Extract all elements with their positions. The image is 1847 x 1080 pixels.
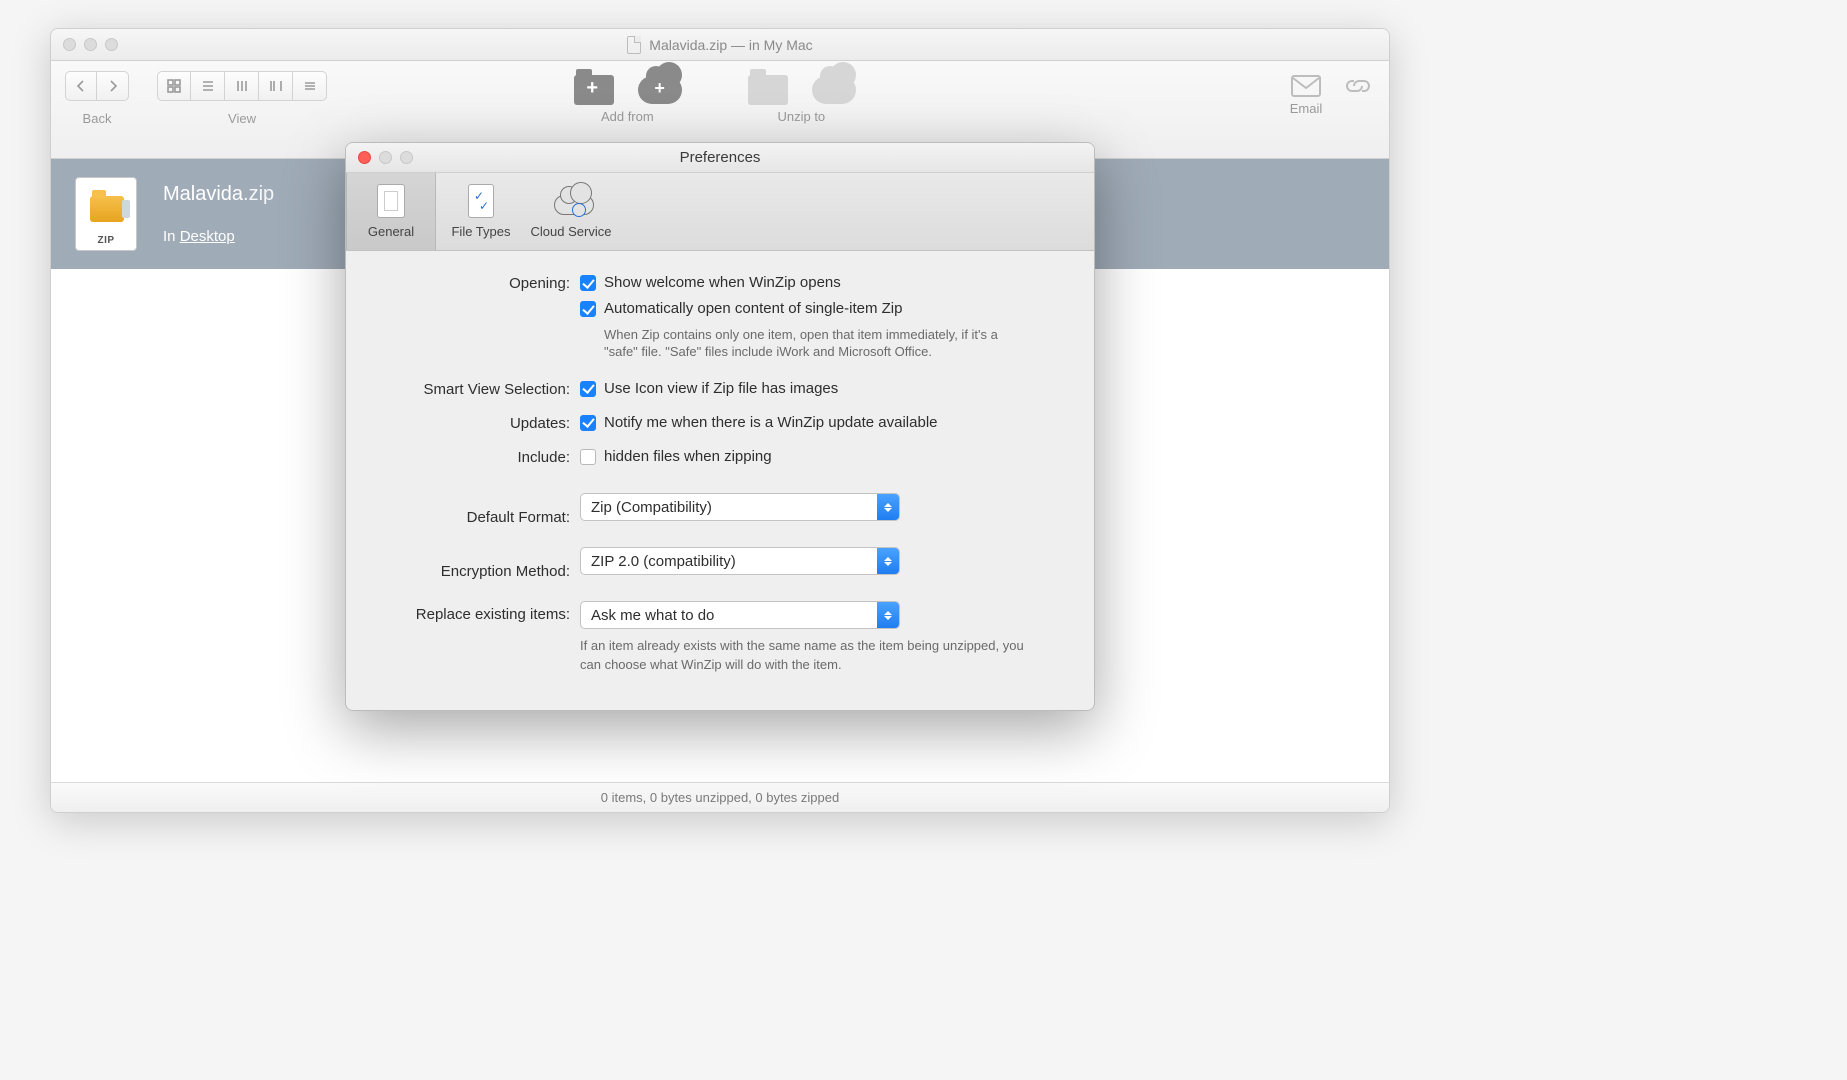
folder-plus-icon <box>574 75 614 105</box>
auto-open-description: When Zip contains only one item, open th… <box>604 326 1034 361</box>
default-format-label: Default Format: <box>380 507 580 526</box>
zoom-icon[interactable] <box>105 38 118 51</box>
replace-value: Ask me what to do <box>581 607 877 624</box>
unzip-to-folder-button[interactable] <box>744 71 792 109</box>
zip-file-icon: ZIP <box>75 177 137 251</box>
file-types-icon <box>468 184 494 218</box>
email-label: Email <box>1290 101 1323 116</box>
main-titlebar: Malavida.zip — in My Mac <box>51 29 1389 61</box>
cloud-service-icon <box>554 187 588 215</box>
use-icon-view-checkbox[interactable]: Use Icon view if Zip file has images <box>580 379 1060 399</box>
back-button[interactable] <box>65 71 97 101</box>
checkbox-checked-icon <box>580 275 596 291</box>
minimize-icon[interactable] <box>84 38 97 51</box>
notify-updates-text: Notify me when there is a WinZip update … <box>604 413 938 433</box>
zip-badge: ZIP <box>97 235 114 246</box>
zoom-icon[interactable] <box>400 151 413 164</box>
file-location-link[interactable]: Desktop <box>180 228 235 245</box>
preferences-window: Preferences General File Types Cloud Ser… <box>345 142 1095 711</box>
hidden-files-checkbox[interactable]: hidden files when zipping <box>580 447 1060 467</box>
checkbox-unchecked-icon <box>580 449 596 465</box>
view-column-button[interactable] <box>225 71 259 101</box>
replace-dropdown[interactable]: Ask me what to do <box>580 601 900 629</box>
view-label: View <box>228 111 256 126</box>
link-button[interactable] <box>1341 71 1375 101</box>
view-menu-button[interactable] <box>293 71 327 101</box>
status-text: 0 items, 0 bytes unzipped, 0 bytes zippe… <box>601 790 839 805</box>
dropdown-arrows-icon <box>877 602 899 628</box>
view-coverflow-button[interactable] <box>259 71 293 101</box>
tab-cloud-label: Cloud Service <box>531 224 612 239</box>
encryption-value: ZIP 2.0 (compatibility) <box>581 553 877 570</box>
view-list-button[interactable] <box>191 71 225 101</box>
prefs-tabs: General File Types Cloud Service <box>346 173 1094 251</box>
encryption-label: Encryption Method: <box>380 561 580 580</box>
tab-general[interactable]: General <box>346 173 436 250</box>
default-format-dropdown[interactable]: Zip (Compatibility) <box>580 493 900 521</box>
prefs-titlebar: Preferences <box>346 143 1094 173</box>
auto-open-text: Automatically open content of single-ite… <box>604 299 902 319</box>
view-icon-button[interactable] <box>157 71 191 101</box>
document-icon <box>627 36 641 54</box>
default-format-value: Zip (Compatibility) <box>581 499 877 516</box>
file-ext: .zip <box>243 183 274 205</box>
file-meta: Malavida.zip In Desktop <box>163 183 274 245</box>
checkbox-checked-icon <box>580 301 596 317</box>
dropdown-arrows-icon <box>877 548 899 574</box>
notify-updates-checkbox[interactable]: Notify me when there is a WinZip update … <box>580 413 1060 433</box>
show-welcome-checkbox[interactable]: Show welcome when WinZip opens <box>580 273 1060 293</box>
back-label: Back <box>83 111 112 126</box>
checkbox-checked-icon <box>580 415 596 431</box>
close-icon[interactable] <box>63 38 76 51</box>
opening-label: Opening: <box>380 273 580 292</box>
folder-icon <box>748 75 788 105</box>
hidden-files-text: hidden files when zipping <box>604 447 772 467</box>
tab-cloud-service[interactable]: Cloud Service <box>526 173 616 250</box>
status-bar: 0 items, 0 bytes unzipped, 0 bytes zippe… <box>51 782 1389 812</box>
link-label <box>1356 101 1360 116</box>
file-name: Malavida <box>163 183 243 205</box>
general-icon <box>377 184 405 218</box>
add-from-label: Add from <box>601 109 654 124</box>
show-welcome-text: Show welcome when WinZip opens <box>604 273 841 293</box>
encryption-dropdown[interactable]: ZIP 2.0 (compatibility) <box>580 547 900 575</box>
window-title: Malavida.zip — in My Mac <box>649 37 812 53</box>
replace-description: If an item already exists with the same … <box>580 637 1040 673</box>
auto-open-checkbox[interactable]: Automatically open content of single-ite… <box>580 299 1060 319</box>
prefs-body: Opening: Show welcome when WinZip opens … <box>346 251 1094 710</box>
unzip-to-label: Unzip to <box>777 109 825 124</box>
tab-filetypes-label: File Types <box>451 224 510 239</box>
cloud-plus-icon: + <box>638 76 682 104</box>
close-icon[interactable] <box>358 151 371 164</box>
updates-label: Updates: <box>380 413 580 432</box>
replace-label: Replace existing items: <box>380 601 580 623</box>
email-button[interactable] <box>1289 71 1323 101</box>
use-icon-view-text: Use Icon view if Zip file has images <box>604 379 838 399</box>
traffic-lights-main <box>63 38 118 51</box>
location-prefix: In <box>163 228 180 245</box>
smartview-label: Smart View Selection: <box>380 379 580 398</box>
prefs-title: Preferences <box>346 149 1094 166</box>
minimize-icon[interactable] <box>379 151 392 164</box>
add-from-folder-button[interactable] <box>570 71 618 109</box>
include-label: Include: <box>380 447 580 466</box>
cloud-icon <box>812 76 856 104</box>
forward-button[interactable] <box>97 71 129 101</box>
checkbox-checked-icon <box>580 381 596 397</box>
dropdown-arrows-icon <box>877 494 899 520</box>
tab-general-label: General <box>368 224 414 239</box>
unzip-to-cloud-button[interactable] <box>810 71 858 109</box>
tab-file-types[interactable]: File Types <box>436 173 526 250</box>
add-from-cloud-button[interactable]: + <box>636 71 684 109</box>
